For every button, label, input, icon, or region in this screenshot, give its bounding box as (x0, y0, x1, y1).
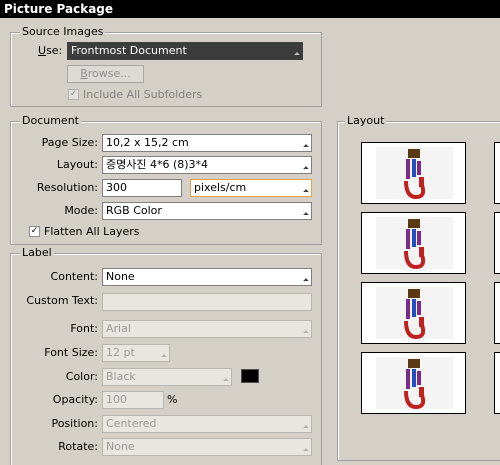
opacity-label: Opacity: (52, 393, 98, 406)
rotate-dropdown[interactable]: None (102, 438, 312, 456)
content-value: None (106, 270, 135, 283)
font-value: Arial (106, 322, 131, 335)
page-size-dropdown[interactable]: 10,2 x 15,2 cm (102, 134, 312, 152)
include-subfolders-checkbox[interactable]: ✓ (68, 89, 79, 100)
thumbnail-photo (376, 217, 453, 270)
source-images-legend: Source Images (20, 25, 106, 38)
use-value: Frontmost Document (71, 44, 187, 57)
custom-text-field[interactable] (102, 293, 312, 311)
chevron-down-icon (303, 330, 309, 336)
chevron-down-icon (161, 354, 167, 360)
rotate-label: Rotate: (58, 440, 98, 453)
resolution-field[interactable]: 300 (102, 179, 182, 197)
font-label: Font: (70, 322, 98, 335)
layout-thumbnail (361, 352, 466, 414)
layout-thumb-cut (494, 282, 500, 344)
use-label: Use: (38, 44, 63, 57)
document-legend: Document (20, 114, 81, 127)
page-size-value: 10,2 x 15,2 cm (106, 136, 189, 149)
rotate-value: None (106, 440, 135, 453)
photo-figure-icon (404, 289, 426, 340)
photo-figure-icon (404, 149, 426, 200)
chevron-down-icon (303, 425, 309, 431)
layout-thumbnail (361, 282, 466, 344)
position-value: Centered (106, 417, 157, 430)
layout-thumb-cut (494, 212, 500, 274)
color-value: Black (106, 370, 136, 383)
chevron-down-icon (303, 448, 309, 454)
mode-dropdown[interactable]: RGB Color (102, 202, 312, 220)
chevron-down-icon (303, 278, 309, 284)
content-label: Content: (50, 270, 98, 283)
content-dropdown[interactable]: None (102, 268, 312, 286)
mode-label: Mode: (64, 204, 98, 217)
thumbnail-photo (376, 287, 453, 340)
page-size-label: Page Size: (41, 136, 98, 149)
thumbnail-photo (376, 147, 453, 200)
flatten-layers-label: Flatten All Layers (44, 225, 140, 238)
window-title: Picture Package (0, 0, 500, 18)
custom-text-label: Custom Text: (26, 294, 98, 307)
flatten-layers-checkbox[interactable]: ✓ (29, 226, 40, 237)
mode-value: RGB Color (106, 204, 162, 217)
chevron-down-icon (303, 189, 309, 195)
chevron-down-icon (303, 166, 309, 172)
thumbnail-photo (376, 357, 453, 410)
chevron-down-icon (223, 378, 229, 384)
opacity-unit: % (167, 393, 178, 406)
color-swatch[interactable] (241, 369, 259, 383)
photo-figure-icon (404, 219, 426, 270)
browse-button[interactable]: Browse... (67, 65, 144, 83)
resolution-unit-value: pixels/cm (194, 181, 247, 194)
opacity-field[interactable]: 100 (102, 391, 164, 409)
font-size-label: Font Size: (44, 346, 98, 359)
color-label: Color: (65, 370, 98, 383)
layout-label: Layout: (56, 158, 98, 171)
layout-legend: Layout (345, 114, 387, 127)
font-size-dropdown[interactable]: 12 pt (102, 344, 170, 362)
position-label: Position: (51, 417, 98, 430)
picture-package-window: Picture Package Source Images Use: Front… (0, 0, 500, 465)
position-dropdown[interactable]: Centered (102, 415, 312, 433)
use-dropdown[interactable]: Frontmost Document (67, 42, 303, 60)
label-legend: Label (20, 246, 54, 259)
include-subfolders-label: Include All Subfolders (83, 88, 203, 101)
chevron-down-icon (303, 212, 309, 218)
color-dropdown[interactable]: Black (102, 368, 232, 386)
layout-thumbnail (361, 212, 466, 274)
font-size-value: 12 pt (106, 346, 135, 359)
font-dropdown[interactable]: Arial (102, 320, 312, 338)
layout-value: 증명사진 4*6 (8)3*4 (106, 158, 209, 171)
layout-thumb-cut (494, 142, 500, 204)
layout-thumb-cut (494, 352, 500, 414)
resolution-unit-dropdown[interactable]: pixels/cm (190, 179, 312, 197)
chevron-down-icon (294, 52, 300, 58)
photo-figure-icon (404, 359, 426, 410)
resolution-label: Resolution: (36, 181, 98, 194)
chevron-down-icon (303, 144, 309, 150)
layout-thumbnail (361, 142, 466, 204)
layout-dropdown[interactable]: 증명사진 4*6 (8)3*4 (102, 156, 312, 174)
